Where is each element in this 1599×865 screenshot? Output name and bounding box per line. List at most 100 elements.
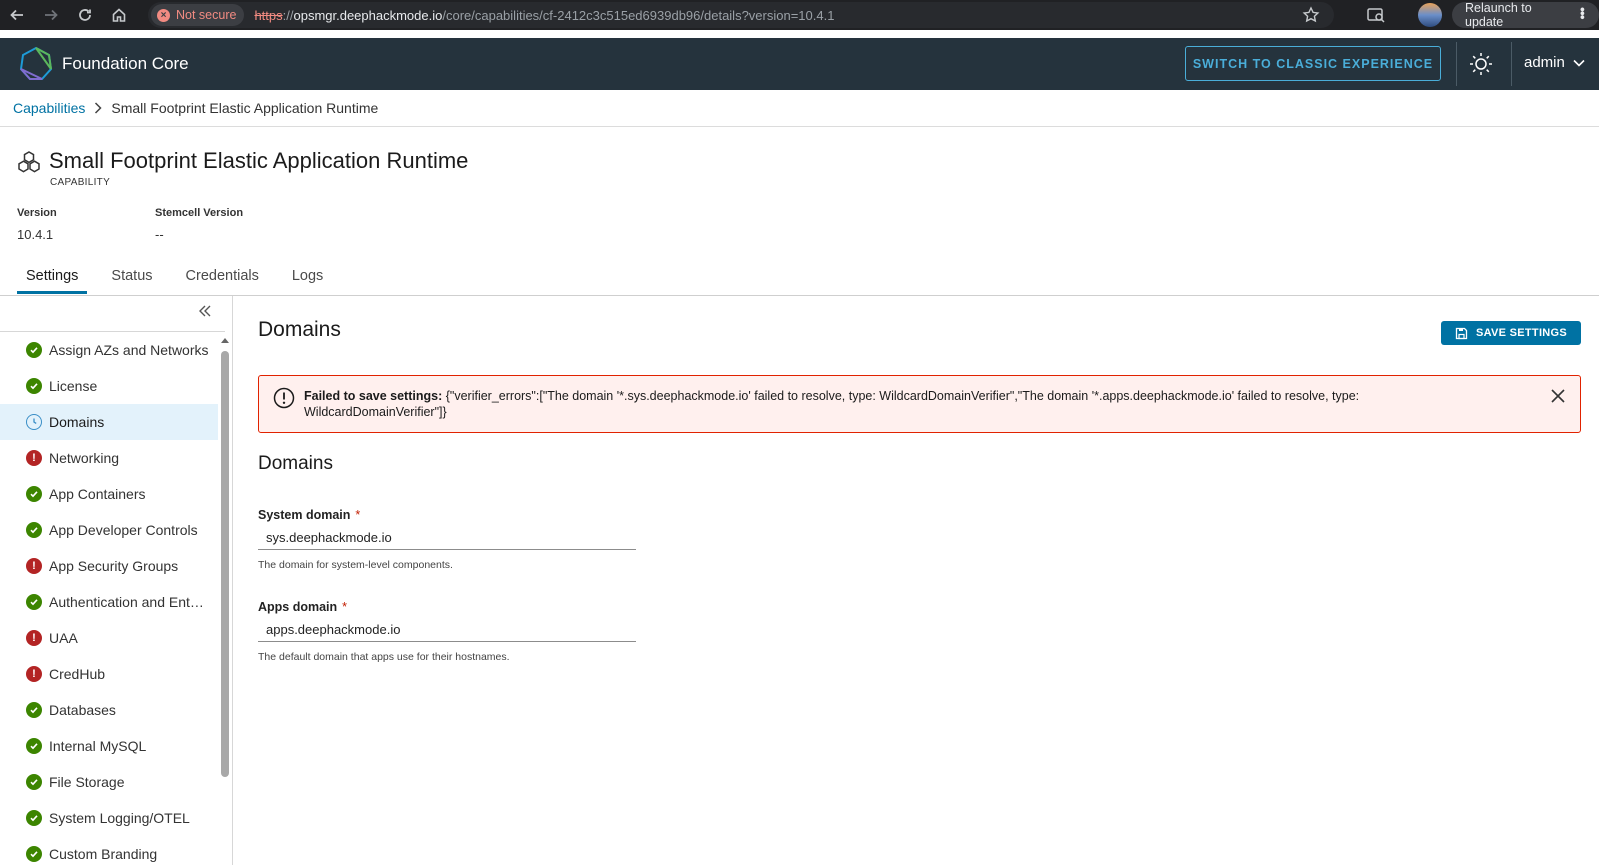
check-circle-icon [26, 738, 42, 754]
sidebar-scrollbar[interactable] [221, 351, 229, 777]
error-circle-icon [273, 387, 295, 409]
tab-search-icon[interactable] [1366, 5, 1386, 30]
sidebar-item-databases[interactable]: Databases [0, 692, 218, 728]
sidebar-item-uaa[interactable]: ! UAA [0, 620, 218, 656]
url-path: /core/capabilities/cf-2412c3c515ed6939db… [442, 7, 835, 23]
tab-settings[interactable]: Settings [17, 262, 88, 294]
check-circle-icon [26, 846, 42, 862]
home-icon[interactable] [102, 0, 136, 30]
sidebar-item-credhub[interactable]: ! CredHub [0, 656, 218, 692]
not-secure-icon: × [157, 8, 170, 22]
sidebar-item-label: CredHub [49, 666, 106, 682]
sidebar-item-label: Custom Branding [49, 846, 158, 862]
chevron-right-icon [95, 102, 102, 114]
breadcrumb-capabilities[interactable]: Capabilities [13, 100, 85, 116]
sidebar-item-assign-azs-and-networks[interactable]: Assign AZs and Networks [0, 332, 218, 368]
url-protocol: https [254, 7, 283, 23]
collapse-sidebar-icon[interactable] [198, 304, 212, 323]
browser-toolbar: × Not secure https://opsmgr.deephackmode… [0, 0, 1599, 30]
sidebar-item-domains[interactable]: Domains [0, 404, 218, 440]
sidebar-item-app-containers[interactable]: App Containers [0, 476, 218, 512]
check-circle-icon [26, 810, 42, 826]
reload-icon[interactable] [68, 0, 102, 30]
version-label: Version [17, 207, 57, 219]
sidebar-item-label: Domains [49, 414, 105, 430]
save-settings-label: SAVE SETTINGS [1475, 327, 1568, 339]
url-separator: :// [282, 7, 294, 23]
check-circle-icon [26, 378, 42, 394]
user-name: admin [1524, 54, 1565, 71]
sidebar-item-authentication-and-enterprise-sso[interactable]: Authentication and Enterprise SSO [0, 584, 218, 620]
tab-status[interactable]: Status [102, 262, 161, 294]
sidebar-item-label: System Logging/OTEL [49, 810, 190, 826]
forward-icon[interactable] [34, 0, 68, 30]
tab-credentials[interactable]: Credentials [177, 262, 268, 294]
user-menu[interactable]: admin [1524, 54, 1585, 71]
error-circle-icon: ! [26, 630, 42, 646]
address-bar[interactable]: × Not secure https://opsmgr.deephackmode… [148, 2, 1334, 28]
check-circle-icon [26, 594, 42, 610]
alert-title: Failed to save settings: [304, 389, 443, 403]
relaunch-button[interactable]: Relaunch to update ••• [1452, 1, 1599, 29]
sidebar-item-label: File Storage [49, 774, 125, 790]
sidebar-item-label: Databases [49, 702, 116, 718]
apps-domain-help: The default domain that apps use for the… [258, 651, 510, 663]
switch-classic-button[interactable]: SWITCH TO CLASSIC EXPERIENCE [1185, 46, 1441, 81]
sidebar-item-label: License [49, 378, 98, 394]
tab-logs[interactable]: Logs [283, 262, 332, 294]
sidebar-item-label: Internal MySQL [49, 738, 147, 754]
sidebar-item-internal-mysql[interactable]: Internal MySQL [0, 728, 218, 764]
error-alert: Failed to save settings: {"verifier_erro… [258, 375, 1581, 433]
apps-domain-label: Apps domain * [258, 600, 347, 614]
sidebar-item-app-developer-controls[interactable]: App Developer Controls [0, 512, 218, 548]
theme-toggle-icon[interactable] [1469, 52, 1493, 81]
sidebar-item-label: App Containers [49, 486, 146, 502]
page-subtitle: CAPABILITY [50, 177, 111, 188]
url-text: https://opsmgr.deephackmode.io/core/capa… [254, 8, 834, 23]
error-circle-icon: ! [26, 450, 42, 466]
breadcrumb: Capabilities Small Footprint Elastic App… [13, 100, 378, 116]
scroll-up-arrow[interactable] [221, 338, 229, 343]
sidebar-item-label: App Developer Controls [49, 522, 198, 538]
capability-icon [18, 151, 40, 173]
page-title: Small Footprint Elastic Application Runt… [49, 148, 469, 173]
back-icon[interactable] [0, 0, 34, 30]
alert-message: Failed to save settings: {"verifier_erro… [304, 388, 1504, 420]
sidebar-item-label: UAA [49, 630, 78, 646]
save-icon [1455, 327, 1468, 339]
system-domain-label-text: System domain [258, 508, 351, 522]
bookmark-star-icon[interactable] [1302, 6, 1320, 29]
profile-avatar[interactable] [1418, 3, 1442, 27]
sidebar-list: Assign AZs and Networks License Domains ! Ne… [0, 332, 218, 865]
security-label: Not secure [176, 8, 237, 22]
relaunch-label: Relaunch to update [1465, 1, 1532, 29]
more-icon: ••• [1575, 7, 1591, 19]
clock-icon [26, 414, 42, 430]
required-marker: * [355, 508, 361, 522]
system-domain-label: System domain * [258, 508, 360, 522]
header-divider [1456, 42, 1457, 86]
sidebar-item-license[interactable]: License [0, 368, 218, 404]
security-indicator[interactable]: × Not secure [151, 4, 245, 26]
header-divider [1511, 42, 1512, 86]
stemcell-version-label: Stemcell Version [155, 207, 244, 219]
system-domain-input[interactable] [258, 526, 636, 550]
apps-domain-input[interactable] [258, 618, 636, 642]
app-header: Foundation Core SWITCH TO CLASSIC EXPERI… [0, 38, 1599, 90]
save-settings-button[interactable]: SAVE SETTINGS [1441, 321, 1581, 345]
sidebar-item-app-security-groups[interactable]: ! App Security Groups [0, 548, 218, 584]
sidebar-item-system-logging-otel[interactable]: System Logging/OTEL [0, 800, 218, 836]
sidebar-item-networking[interactable]: ! Networking [0, 440, 218, 476]
close-icon[interactable] [1549, 387, 1567, 410]
settings-sidebar: Assign AZs and Networks License Domains ! Ne… [0, 296, 233, 865]
breadcrumb-current: Small Footprint Elastic Application Runt… [111, 100, 379, 116]
divider [0, 126, 1599, 127]
version-value: 10.4.1 [17, 227, 54, 242]
sidebar-item-label: Authentication and Enterprise SSO [49, 594, 209, 610]
main-title: Domains [258, 318, 341, 341]
check-circle-icon [26, 774, 42, 790]
sidebar-item-custom-branding[interactable]: Custom Branding [0, 836, 218, 865]
sidebar-item-file-storage[interactable]: File Storage [0, 764, 218, 800]
app-title: Foundation Core [62, 54, 189, 73]
check-circle-icon [26, 486, 42, 502]
